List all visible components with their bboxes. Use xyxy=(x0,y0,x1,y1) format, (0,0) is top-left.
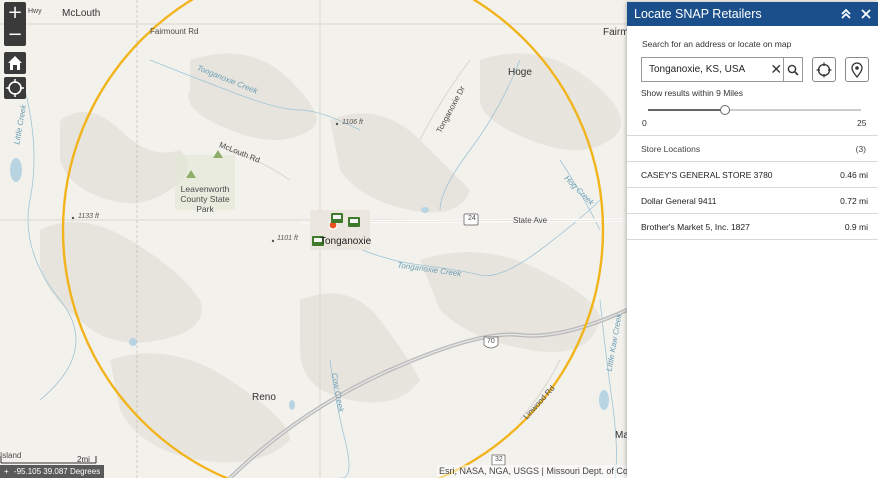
coordinate-readout: + -95.105 39.087 Degrees xyxy=(0,465,105,478)
close-button[interactable] xyxy=(856,2,876,26)
place-label-hoge: Hoge xyxy=(508,67,532,78)
store-distance: 0.72 mi xyxy=(840,195,868,206)
radius-slider-fill xyxy=(648,109,725,111)
slider-max-label: 25 xyxy=(857,118,867,128)
locate-button[interactable] xyxy=(4,77,26,99)
store-row[interactable]: Dollar General 9411 0.72 mi xyxy=(627,187,878,213)
clear-search-icon[interactable]: ✕ xyxy=(769,62,783,78)
road-label-state-ave: State Ave xyxy=(513,216,548,225)
search-instruction: Search for an address or locate on map xyxy=(642,39,792,49)
store-row[interactable]: Brother's Market 5, Inc. 1827 0.9 mi xyxy=(627,213,878,240)
elevation-point xyxy=(335,122,339,126)
crosshair-icon xyxy=(816,62,832,77)
double-chevron-up-icon xyxy=(841,8,851,19)
zoom-in-button[interactable]: + xyxy=(4,2,26,24)
search-row: ✕ xyxy=(641,57,803,82)
place-label-reno: Reno xyxy=(252,392,276,403)
store-distance: 0.46 mi xyxy=(840,169,868,180)
locate-me-button[interactable] xyxy=(812,57,836,82)
radius-slider[interactable] xyxy=(648,105,861,115)
search-button[interactable] xyxy=(783,58,802,81)
search-input[interactable] xyxy=(642,63,769,76)
highway-label-32: 32 xyxy=(495,456,503,463)
store-list-title: Store Locations xyxy=(641,143,701,154)
zoom-out-button[interactable]: − xyxy=(4,24,26,46)
snap-locator-panel: Locate SNAP Retailers Search for an addr… xyxy=(627,2,878,478)
highway-label-70: 70 xyxy=(487,338,495,345)
elevation-point xyxy=(271,239,275,243)
panel-title: Locate SNAP Retailers xyxy=(634,7,762,21)
scale-label: 2mi xyxy=(77,455,90,464)
road-label-fairmount: Fairmount Rd xyxy=(150,27,199,36)
panel-header: Locate SNAP Retailers xyxy=(627,2,878,26)
collapse-button[interactable] xyxy=(836,2,856,26)
elevation-point xyxy=(71,216,75,220)
place-label-fairm: Fairm xyxy=(603,27,629,38)
close-icon xyxy=(861,9,871,19)
slider-min-label: 0 xyxy=(642,118,647,128)
elevation-label-1101: 1101 ft xyxy=(277,235,298,242)
store-count: (3) xyxy=(855,143,866,154)
place-pin-button[interactable] xyxy=(845,57,869,82)
home-button[interactable] xyxy=(4,52,26,74)
park-label-leavenworth: Leavenworth County State Park xyxy=(180,184,230,214)
store-list-header: Store Locations (3) xyxy=(627,135,878,161)
place-label-mclouth: McLouth xyxy=(62,8,101,19)
radius-slider-thumb[interactable] xyxy=(719,105,730,115)
map-attribution[interactable]: Esri, NASA, NGA, USGS | Missouri Dept. o… xyxy=(437,465,630,478)
store-row[interactable]: CASEY'S GENERAL STORE 3780 0.46 mi xyxy=(627,161,878,187)
store-name: CASEY'S GENERAL STORE 3780 xyxy=(641,169,773,180)
store-name: Dollar General 9411 xyxy=(641,195,717,206)
store-list: Store Locations (3) CASEY'S GENERAL STOR… xyxy=(627,135,878,240)
radius-label: Show results within 9 Miles xyxy=(641,88,744,98)
map-pin-icon xyxy=(851,61,863,78)
store-marker[interactable] xyxy=(348,217,360,227)
highway-label-24: 24 xyxy=(468,215,476,222)
coordinate-toggle-icon[interactable]: + xyxy=(4,467,9,476)
store-marker[interactable] xyxy=(331,213,343,223)
locate-icon xyxy=(6,79,24,97)
store-name: Brother's Market 5, Inc. 1827 xyxy=(641,221,750,232)
elevation-label-1106: 1106 ft xyxy=(342,119,363,126)
store-distance: 0.9 mi xyxy=(844,221,868,232)
search-icon xyxy=(787,64,799,76)
elevation-label-1133: 1133 ft xyxy=(78,213,99,220)
coordinate-text: -95.105 39.087 Degrees xyxy=(13,467,101,476)
place-label-tonganoxie: Tonganoxie xyxy=(320,236,372,247)
home-icon xyxy=(8,56,22,70)
place-label-hwy: Hwy xyxy=(28,8,42,15)
search-box: ✕ xyxy=(641,57,803,82)
scale-bar: 2mi xyxy=(0,455,100,464)
